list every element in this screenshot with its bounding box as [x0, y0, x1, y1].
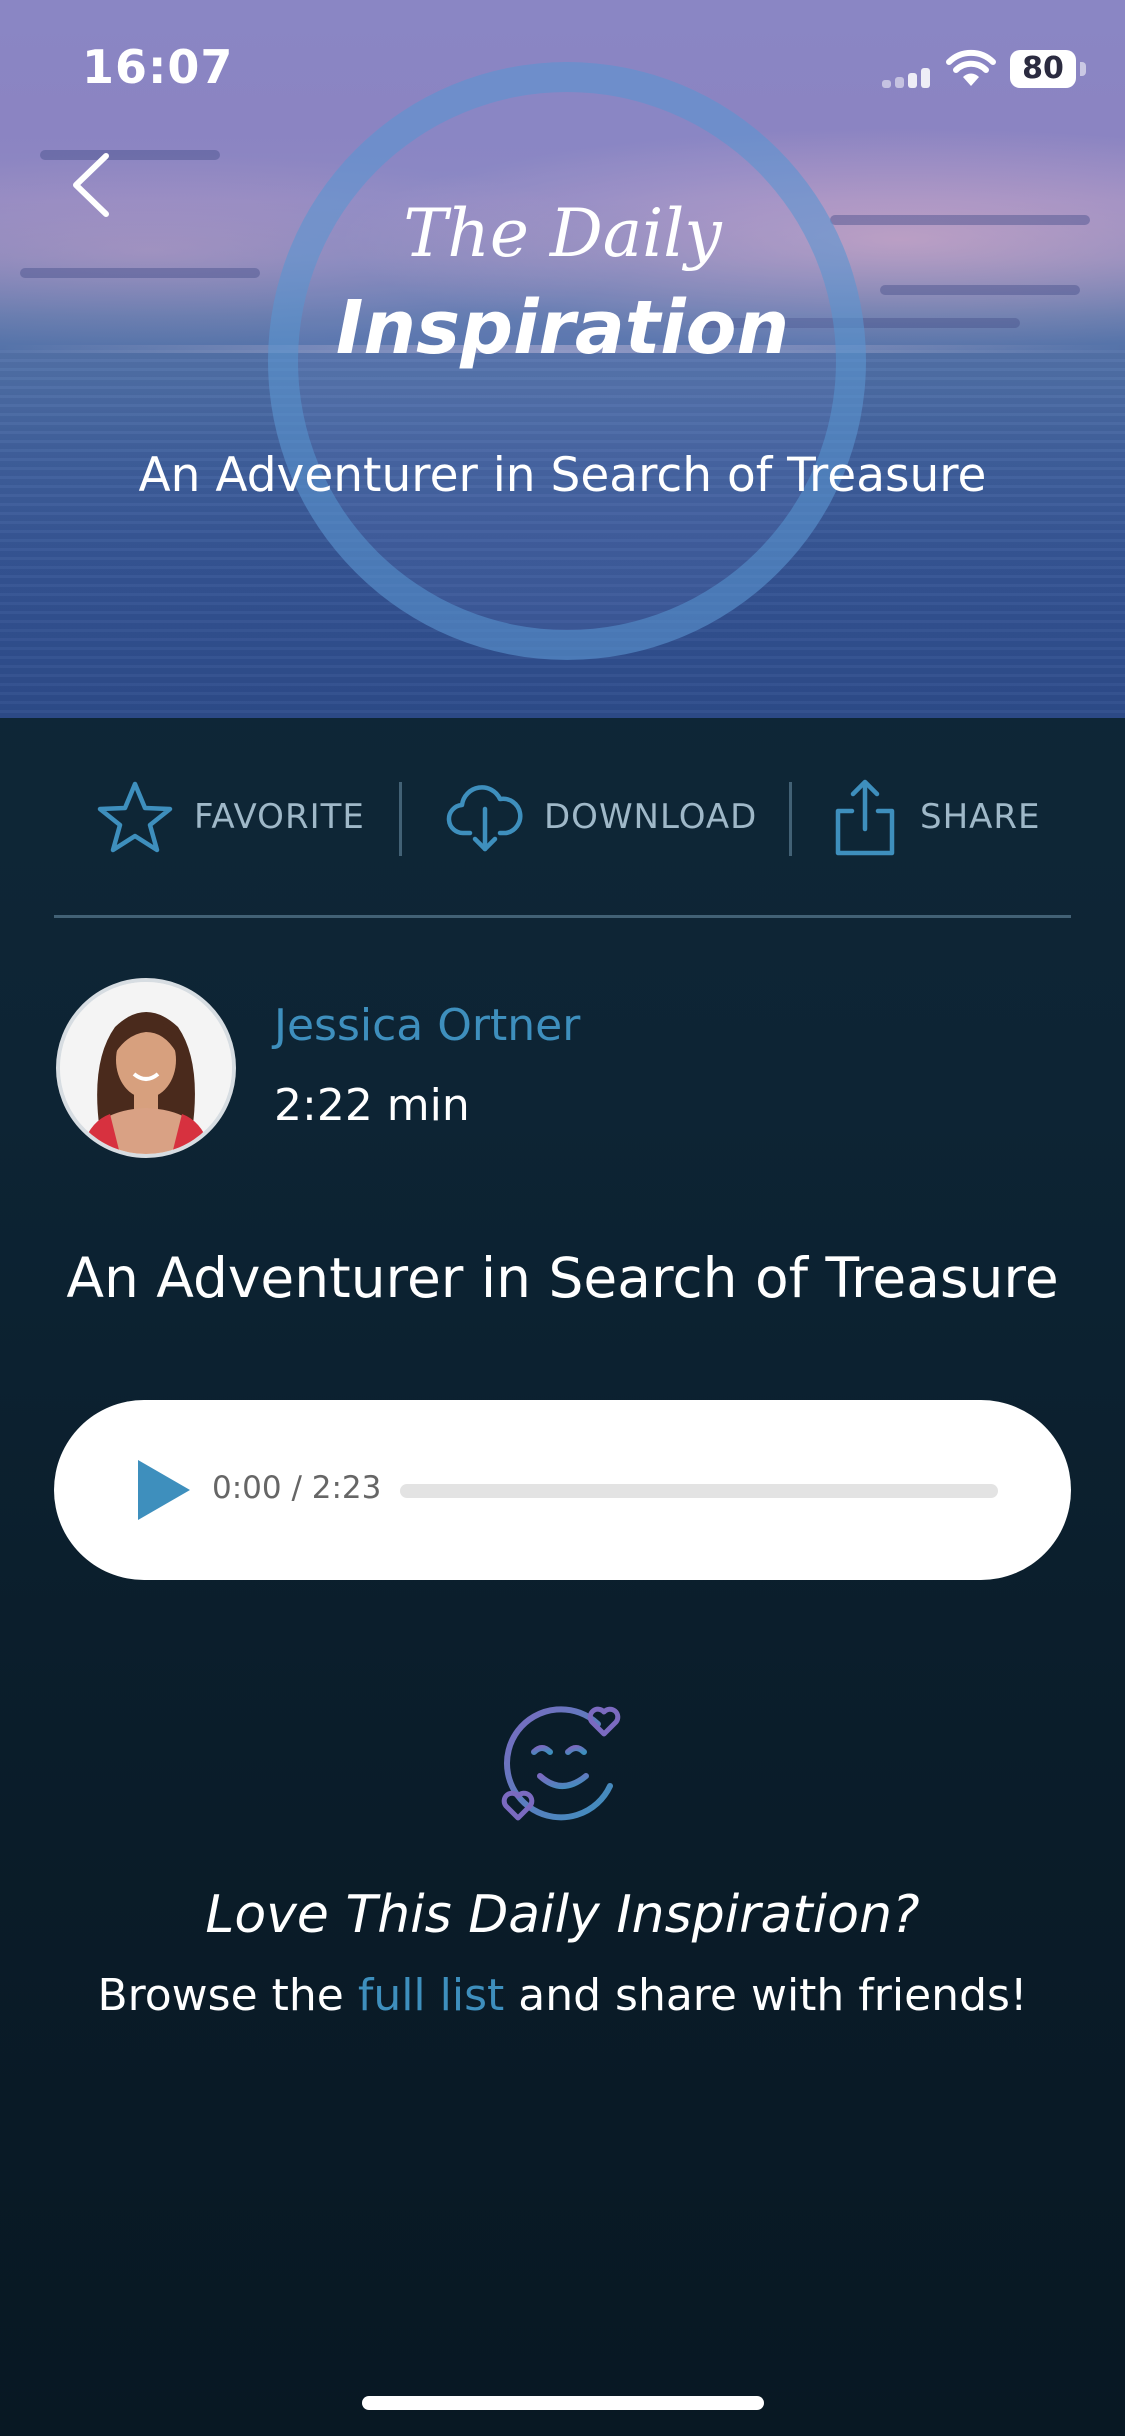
favorite-label: FAVORITE	[194, 797, 365, 837]
share-label: SHARE	[920, 797, 1041, 837]
action-divider	[399, 782, 402, 856]
promo-heading: Love This Daily Inspiration?	[205, 1885, 920, 1945]
promo-text-after: and share with friends!	[504, 1970, 1028, 2021]
download-label: DOWNLOAD	[544, 797, 758, 837]
share-button[interactable]: SHARE	[830, 772, 1041, 862]
hero-subtitle: An Adventurer in Search of Treasure	[138, 448, 987, 503]
battery-indicator: 80	[1010, 50, 1076, 88]
episode-duration: 2:22 min	[274, 1080, 470, 1131]
action-bar: FAVORITE DOWNLOAD SHARE	[54, 760, 1071, 918]
smiley-hearts-icon	[501, 1706, 621, 1821]
share-icon	[835, 779, 895, 856]
star-icon	[97, 781, 173, 853]
progress-slider[interactable]	[400, 1484, 998, 1498]
download-button[interactable]: DOWNLOAD	[446, 772, 757, 862]
promo-text-before: Browse the	[97, 1970, 358, 2021]
battery-tip	[1080, 62, 1086, 76]
promo-text: Browse the full list and share with frie…	[0, 1970, 1125, 2021]
full-list-link[interactable]: full list	[358, 1970, 504, 2021]
brand-logo-main: Inspiration	[335, 285, 790, 371]
home-indicator[interactable]	[362, 2396, 764, 2410]
audio-player: 0:00 / 2:23	[54, 1400, 1071, 1580]
play-icon[interactable]	[132, 1458, 192, 1522]
action-divider	[789, 782, 792, 856]
cloud-download-icon	[446, 785, 523, 852]
author-avatar	[56, 978, 236, 1158]
player-time-display: 0:00 / 2:23	[212, 1470, 382, 1506]
status-time: 16:07	[82, 40, 234, 94]
brand-logo-script: The Daily	[403, 195, 722, 272]
wifi-icon	[946, 49, 996, 86]
status-bar: 16:07 80	[0, 0, 1125, 130]
episode-title: An Adventurer in Search of Treasure	[66, 1246, 1059, 1310]
favorite-button[interactable]: FAVORITE	[96, 772, 365, 862]
cellular-signal-icon	[882, 68, 932, 88]
author-name[interactable]: Jessica Ortner	[274, 1000, 580, 1051]
